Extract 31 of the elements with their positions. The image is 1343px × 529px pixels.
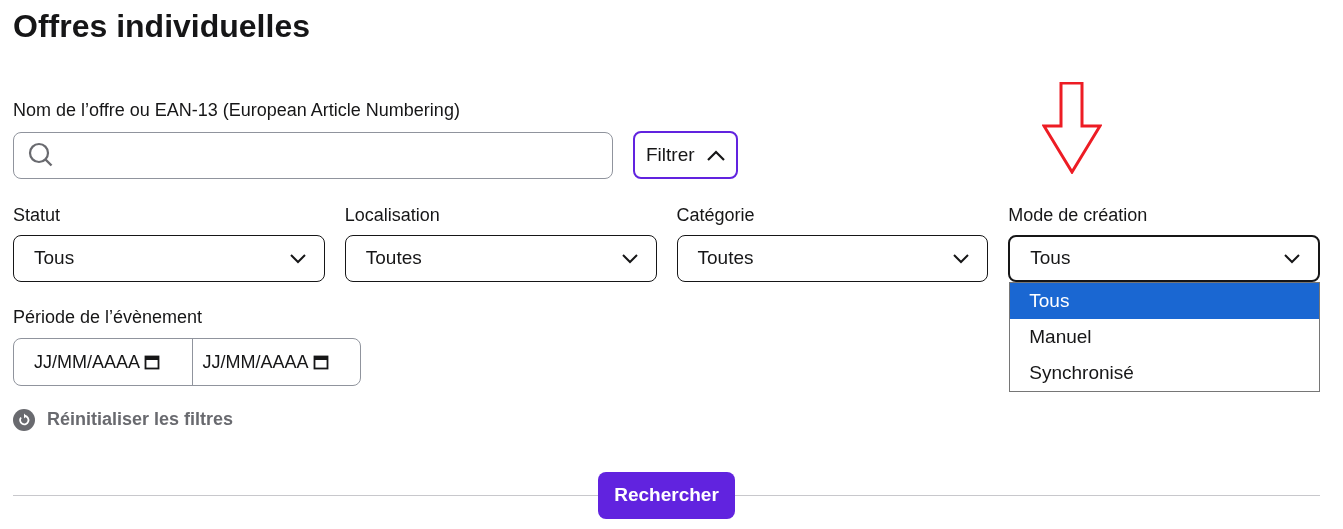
date-input[interactable]: JJ/MM/AAAA xyxy=(202,348,309,376)
select-field[interactable]: Tous xyxy=(13,235,325,282)
chevron-down-icon xyxy=(621,253,638,264)
search-icon xyxy=(28,142,54,168)
annotation-arrow-icon xyxy=(1042,82,1102,174)
date-range-field[interactable]: JJ/MM/AAAA JJ/MM/AAAA xyxy=(13,338,361,386)
reset-icon xyxy=(13,408,35,431)
field-label: Nom de l’offre ou EAN-13 (European Article Numbering) xyxy=(13,99,461,122)
field-label: Période de l’évènement xyxy=(13,306,204,329)
dropdown-option[interactable]: Tous xyxy=(1010,283,1319,319)
chevron-down-icon xyxy=(953,253,970,264)
field-label: Mode de création xyxy=(1008,204,1149,227)
calendar-icon xyxy=(144,354,160,370)
select-field[interactable]: Toutes xyxy=(676,235,989,282)
calendar-icon xyxy=(312,354,329,370)
chevron-down-icon xyxy=(289,253,306,264)
chevron-down-icon xyxy=(1284,253,1300,264)
dropdown-option[interactable]: Manuel xyxy=(1010,319,1319,355)
page-title: Offres individuelles xyxy=(13,7,311,46)
date-input[interactable]: JJ/MM/AAAA xyxy=(34,348,140,376)
field-label: Catégorie xyxy=(676,204,756,227)
search-field[interactable] xyxy=(13,131,613,179)
field-label: Statut xyxy=(13,204,62,227)
field-label: Localisation xyxy=(344,204,441,227)
select-field[interactable]: Toutes xyxy=(344,235,657,282)
dropdown-option[interactable]: Synchronisé xyxy=(1010,355,1319,391)
reset-filters-link[interactable]: Réinitialiser les filtres xyxy=(13,406,234,433)
select-field[interactable]: Tous xyxy=(1008,235,1320,282)
search-button[interactable]: Rechercher xyxy=(598,472,735,519)
filter-button[interactable]: Filtrer xyxy=(633,131,738,179)
chevron-up-icon xyxy=(706,149,725,161)
